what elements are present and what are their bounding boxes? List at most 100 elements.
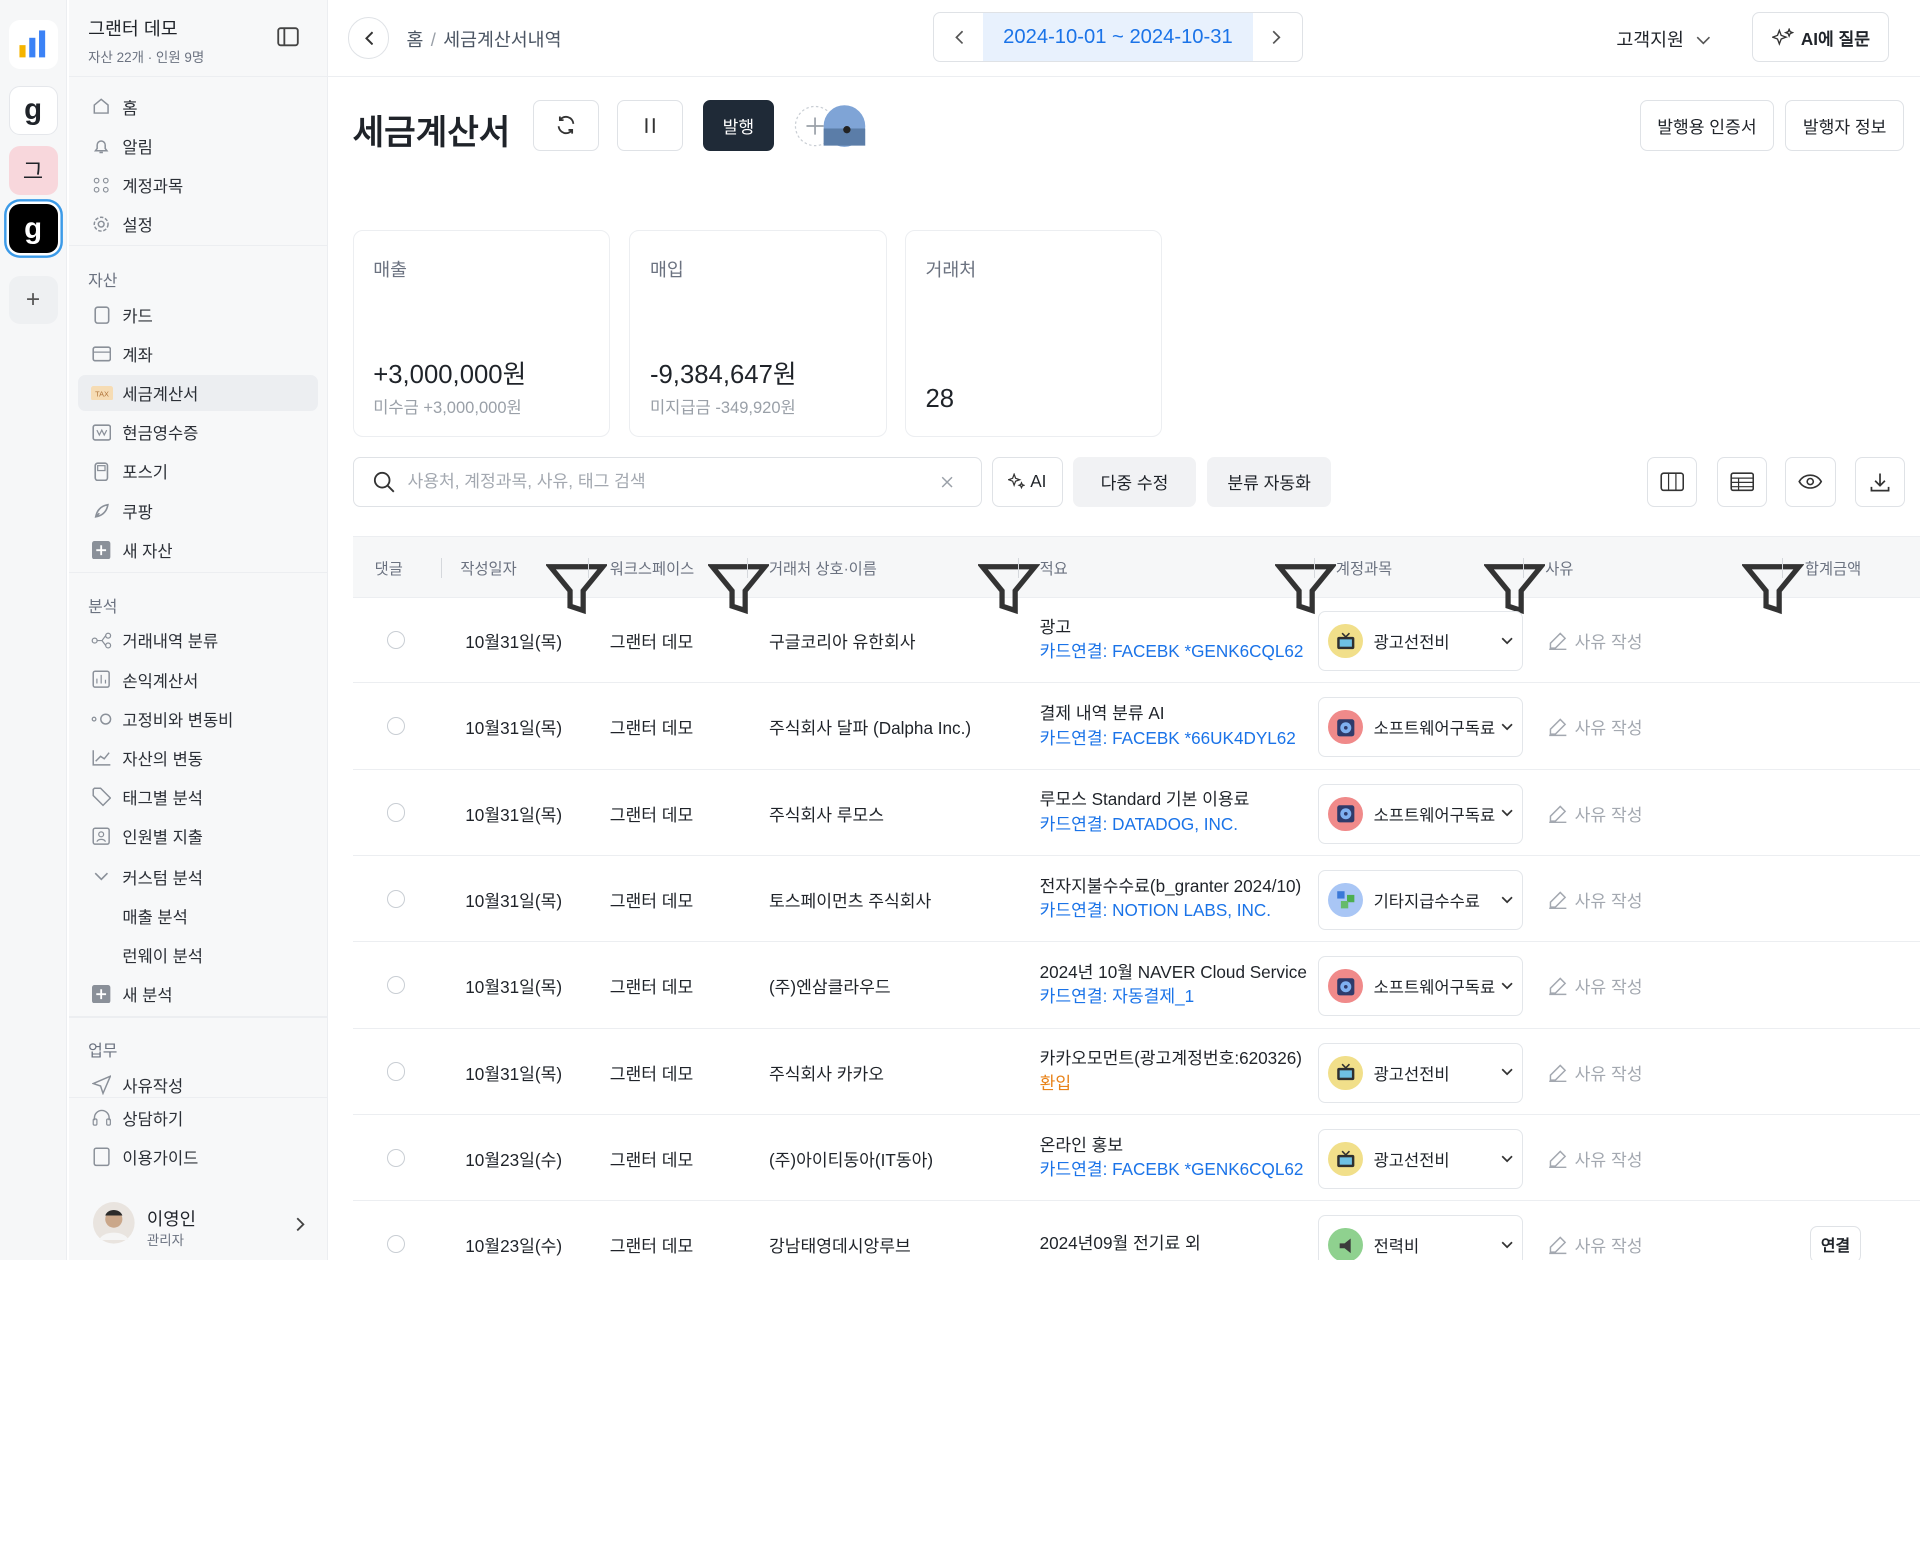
row-memo-link[interactable]: 카드연결: 자동결제_1 (1040, 984, 1307, 1008)
sidebar-item-cash-receipt[interactable]: 현금영수증 (78, 414, 318, 451)
row-comment-toggle[interactable] (386, 1148, 406, 1167)
sidebar-item-sales-analysis[interactable]: 매출 분석 (78, 898, 318, 935)
sidebar-item-income-statement[interactable]: 손익계산서 (78, 661, 318, 698)
add-workspace-button[interactable]: + (8, 275, 58, 325)
download-button[interactable] (1855, 456, 1906, 507)
sidebar-item-coupang[interactable]: 쿠팡 (78, 492, 318, 529)
sidebar-item-alerts[interactable]: 알림 (78, 127, 318, 164)
workspace-chart[interactable] (8, 19, 58, 69)
col-total[interactable]: 합계금액 (1805, 537, 1861, 598)
col-reason[interactable]: 사유 (1545, 537, 1573, 598)
clear-icon[interactable] (941, 476, 953, 488)
col-workspace[interactable]: 워크스페이스 (610, 537, 694, 598)
breadcrumb-home[interactable]: 홈 (407, 29, 424, 50)
workspace-g[interactable]: g (8, 85, 58, 135)
workspace-ko[interactable]: 그 (8, 145, 58, 195)
summary-card-purchase[interactable]: 매입 -9,384,647원 미지급금 -349,920원 (629, 230, 887, 438)
write-reason-button[interactable]: 사유 작성 (1548, 801, 1642, 826)
account-select[interactable]: 광고선전비 (1317, 611, 1524, 672)
write-reason-button[interactable]: 사유 작성 (1548, 1232, 1642, 1257)
row-memo-link[interactable]: 환입 (1040, 1071, 1302, 1095)
row-comment-toggle[interactable] (386, 716, 406, 736)
date-prev-button[interactable] (934, 13, 983, 61)
row-comment-toggle[interactable] (386, 1234, 406, 1254)
col-account[interactable]: 계정과목 (1336, 537, 1392, 598)
write-reason-button[interactable]: 사유 작성 (1548, 714, 1642, 739)
row-comment-toggle[interactable] (386, 975, 406, 995)
ask-ai-button[interactable]: AI에 질문 (1752, 12, 1890, 63)
row-comment-toggle[interactable] (386, 889, 406, 908)
add-member-avatars[interactable] (793, 104, 871, 148)
sidebar-item-settings[interactable]: 설정 (78, 206, 318, 243)
sidebar-item-new-analysis[interactable]: 새 분석 (78, 976, 318, 1013)
account-select[interactable]: 기타지급수수료 (1317, 870, 1524, 930)
org-header[interactable]: 그랜터 데모 자산 22개 · 인원 9명 (88, 15, 204, 66)
sidebar-item-accounts[interactable]: 계정과목 (78, 167, 318, 204)
write-reason-button[interactable]: 사유 작성 (1548, 628, 1642, 653)
sidebar-item-home[interactable]: 홈 (78, 88, 318, 125)
account-select[interactable]: 소프트웨어구독료 (1317, 697, 1524, 758)
sidebar-item-tax-invoice[interactable]: TAX 세금계산서 (78, 374, 319, 412)
col-comment[interactable]: 댓글 (375, 537, 403, 598)
row-memo-link[interactable]: 카드연결: FACEBK *GENK6CQL62 (1040, 639, 1304, 663)
visibility-button[interactable] (1785, 456, 1836, 507)
table-row[interactable]: 10월31일(목) 그랜터 데모 토스페이먼츠 주식회사 전자지불수수료(b_gran… (352, 857, 1920, 943)
date-next-button[interactable] (1253, 13, 1302, 61)
sidebar-item-custom-analysis[interactable]: 커스텀 분석 (78, 858, 318, 895)
account-select[interactable]: 전력비 (1317, 1215, 1524, 1260)
sidebar-item-fixed-variable[interactable]: 고정비와 변동비 (78, 700, 318, 737)
sidebar-item-consult[interactable]: 상담하기 (78, 1100, 318, 1137)
search-input[interactable] (407, 471, 922, 493)
write-reason-button[interactable]: 사유 작성 (1548, 1146, 1642, 1171)
row-memo-link[interactable]: 카드연결: FACEBK *GENK6CQL62 (1040, 1157, 1304, 1181)
sidebar-item-tag-analysis[interactable]: 태그별 분석 (78, 779, 318, 816)
back-button[interactable] (347, 17, 390, 59)
sidebar-item-guide[interactable]: 이용가이드 (78, 1139, 318, 1176)
sidebar-item-person-spend[interactable]: 인원별 지출 (78, 818, 318, 855)
ai-filter-button[interactable]: AI (991, 456, 1063, 507)
row-comment-toggle[interactable] (386, 803, 406, 822)
table-row[interactable]: 10월31일(목) 그랜터 데모 주식회사 카카오 카카오모먼트(광고계정번호:620… (352, 1029, 1920, 1115)
account-select[interactable]: 소프트웨어구독료 (1317, 956, 1524, 1017)
support-menu[interactable]: 고객지원 (1616, 26, 1711, 52)
multi-edit-button[interactable]: 다중 수정 (1072, 456, 1197, 507)
row-comment-toggle[interactable] (386, 1062, 406, 1081)
sidebar-toggle-icon[interactable] (277, 27, 299, 47)
sidebar-item-classify[interactable]: 거래내역 분류 (78, 622, 318, 659)
sidebar-item-new-asset[interactable]: 새 자산 (78, 531, 318, 568)
sidebar-item-card[interactable]: 카드 (78, 296, 318, 333)
sidebar-item-runway-analysis[interactable]: 런웨이 분석 (78, 937, 318, 974)
sidebar-item-asset-change[interactable]: 자산의 변동 (78, 740, 318, 777)
auto-classify-button[interactable]: 분류 자동화 (1207, 456, 1332, 507)
sidebar-item-bank[interactable]: 계좌 (78, 336, 318, 373)
summary-card-vendors[interactable]: 거래처 28 (904, 230, 1163, 438)
row-memo-link[interactable]: 카드연결: DATADOG, INC. (1040, 812, 1250, 836)
issue-button[interactable]: 발행 (702, 100, 774, 151)
account-select[interactable]: 광고선전비 (1317, 1128, 1524, 1189)
issuer-info-button[interactable]: 발행자 정보 (1785, 100, 1905, 151)
col-memo[interactable]: 적요 (1040, 537, 1068, 598)
link-button[interactable]: 연결 (1809, 1226, 1862, 1260)
row-memo-link[interactable]: 카드연결: NOTION LABS, INC. (1040, 898, 1302, 922)
write-reason-button[interactable]: 사유 작성 (1548, 1060, 1642, 1085)
col-date[interactable]: 작성일자 (460, 537, 516, 598)
account-select[interactable]: 광고선전비 (1317, 1042, 1524, 1103)
table-row[interactable]: 10월31일(목) 그랜터 데모 주식회사 달파 (Dalpha Inc.) 결제 내… (352, 684, 1920, 770)
table-row[interactable]: 10월23일(수) 그랜터 데모 (주)아이티동아(IT동아) 온라인 홍보 카드연결:… (352, 1116, 1920, 1202)
summary-card-sales[interactable]: 매출 +3,000,000원 미수금 +3,000,000원 (352, 230, 610, 438)
table-row[interactable]: 10월23일(수) 그랜터 데모 강남태영데시앙루브 2024년09월 전기료 외 전력… (353, 1202, 1920, 1260)
user-profile[interactable]: 이영인 관리자 (88, 1198, 321, 1252)
columns-button[interactable] (1646, 456, 1698, 507)
table-row[interactable]: 10월31일(목) 그랜터 데모 구글코리아 유한회사 광고 카드연결: FACEBK … (352, 598, 1920, 684)
account-select[interactable]: 소프트웨어구독료 (1317, 783, 1524, 844)
table-row[interactable]: 10월31일(목) 그랜터 데모 (주)엔삼클라우드 2024년 10월 NAVER … (352, 943, 1920, 1029)
workspace-g-active[interactable]: g (8, 204, 58, 254)
cert-button[interactable]: 발행용 인증서 (1639, 100, 1775, 151)
row-memo-link[interactable]: 카드연결: FACEBK *66UK4DYL62 (1040, 726, 1296, 750)
table-view-button[interactable] (1716, 456, 1767, 507)
write-reason-button[interactable]: 사유 작성 (1548, 887, 1642, 912)
row-comment-toggle[interactable] (386, 630, 406, 649)
refresh-button[interactable] (532, 100, 599, 151)
date-range-value[interactable]: 2024-10-01 ~ 2024-10-31 (983, 13, 1253, 62)
write-reason-button[interactable]: 사유 작성 (1548, 973, 1642, 998)
